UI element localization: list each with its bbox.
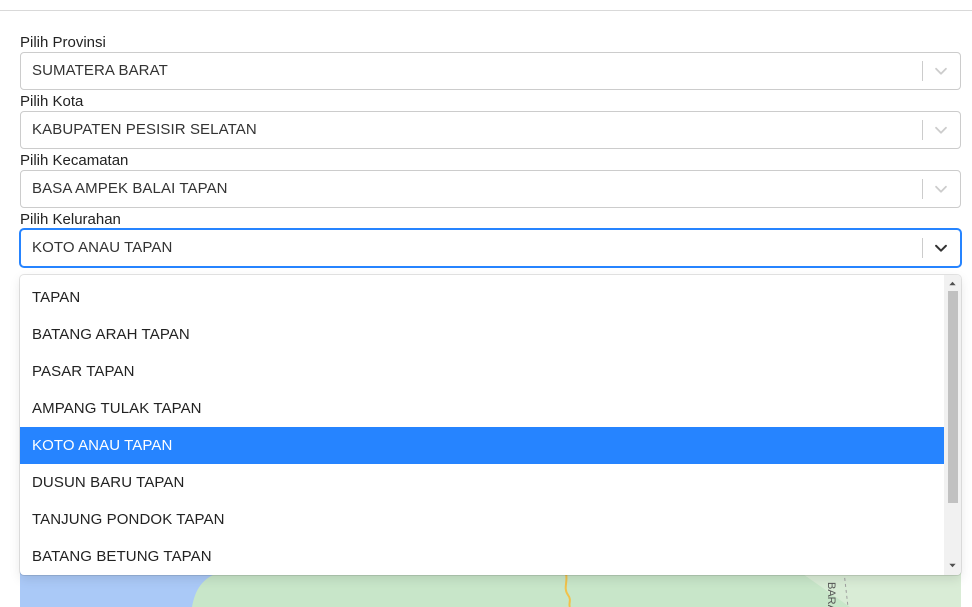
provinsi-label: Pilih Provinsi xyxy=(20,34,106,51)
kota-value: KABUPATEN PESISIR SELATAN xyxy=(32,121,257,138)
indicator-separator xyxy=(922,238,923,258)
dropdown-option[interactable]: PASAR TAPAN xyxy=(20,353,944,390)
kota-select[interactable]: KABUPATEN PESISIR SELATAN xyxy=(20,111,961,149)
scrollbar-thumb[interactable] xyxy=(948,291,958,503)
triangle-up-icon[interactable] xyxy=(948,279,957,288)
dropdown-option[interactable]: DUSUN BARU TAPAN xyxy=(20,464,944,501)
dropdown-option[interactable]: BATANG BETUNG TAPAN xyxy=(20,538,944,575)
provinsi-value: SUMATERA BARAT xyxy=(32,62,168,79)
kelurahan-dropdown-menu[interactable]: TAPAN BATANG ARAH TAPAN PASAR TAPAN AMPANG … xyxy=(20,275,961,575)
header-divider xyxy=(0,10,972,11)
option-list: TAPAN BATANG ARAH TAPAN PASAR TAPAN AMPANG … xyxy=(20,279,944,575)
map-region-label: BARAT xyxy=(825,582,837,607)
chevron-down-icon[interactable] xyxy=(932,62,950,80)
kecamatan-label: Pilih Kecamatan xyxy=(20,152,129,169)
chevron-down-icon[interactable] xyxy=(932,121,950,139)
provinsi-select[interactable]: SUMATERA BARAT xyxy=(20,52,961,90)
indicator-separator xyxy=(922,179,923,199)
kecamatan-value: BASA AMPEK BALAI TAPAN xyxy=(32,180,228,197)
dropdown-option[interactable]: AMPANG TULAK TAPAN xyxy=(20,390,944,427)
chevron-down-icon[interactable] xyxy=(932,239,950,257)
kecamatan-select[interactable]: BASA AMPEK BALAI TAPAN xyxy=(20,170,961,208)
triangle-down-icon[interactable] xyxy=(948,561,957,570)
dropdown-option[interactable]: TAPAN xyxy=(20,279,944,316)
kelurahan-label: Pilih Kelurahan xyxy=(20,211,121,228)
dropdown-option[interactable]: TANJUNG PONDOK TAPAN xyxy=(20,501,944,538)
scrollbar[interactable] xyxy=(944,275,961,575)
kelurahan-select[interactable]: KOTO ANAU TAPAN xyxy=(20,229,961,267)
indicator-separator xyxy=(922,120,923,140)
kota-label: Pilih Kota xyxy=(20,93,84,110)
dropdown-option[interactable]: KOTO ANAU TAPAN xyxy=(20,427,944,464)
indicator-separator xyxy=(922,61,923,81)
dropdown-option[interactable]: BATANG ARAH TAPAN xyxy=(20,316,944,353)
kelurahan-value: KOTO ANAU TAPAN xyxy=(32,239,173,256)
chevron-down-icon[interactable] xyxy=(932,180,950,198)
